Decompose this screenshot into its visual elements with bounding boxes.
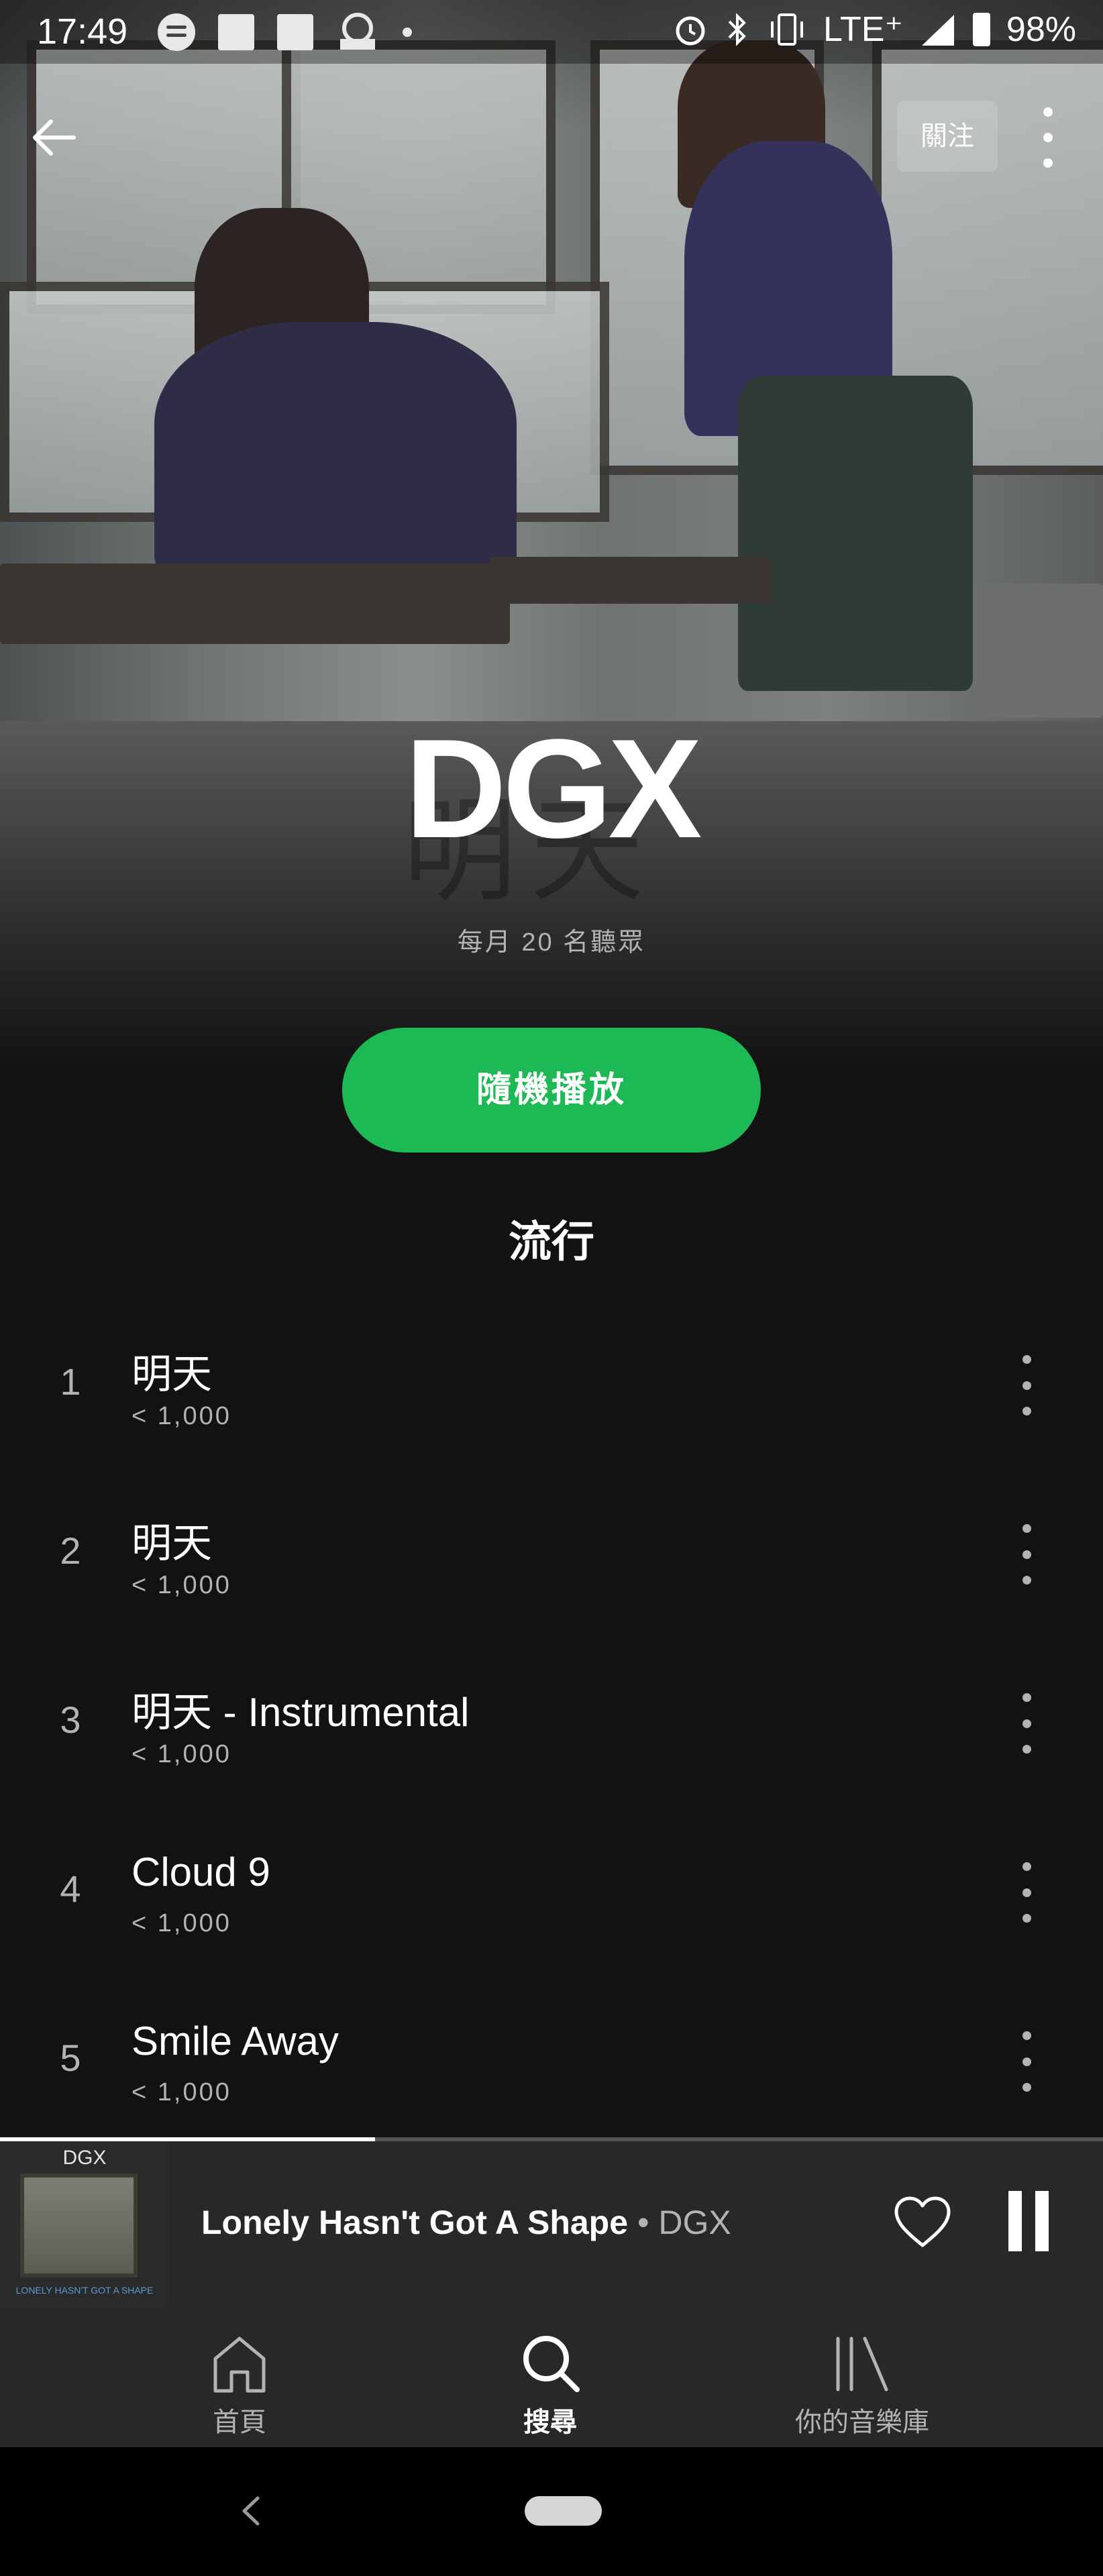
network-type: LTE⁺ [823,10,903,49]
track-number: 2 [60,1529,81,1572]
notification-square-icon [218,14,254,50]
track-play-count: < 1,000 [132,1402,231,1430]
artist-name: DGX [405,710,702,867]
nav-search-label: 搜尋 [523,2408,577,2437]
track-title: Smile Away [132,2019,339,2063]
vibrate-icon [770,13,803,46]
more-vertical-icon[interactable] [1016,1693,1037,1754]
library-icon [836,2337,888,2392]
track-title: Cloud 9 [132,1849,270,1894]
battery-level: 98% [1006,10,1076,49]
now-playing-title: Lonely Hasn't Got A Shape [201,2204,629,2241]
now-app-icon [340,13,375,50]
track-number: 1 [60,1360,81,1403]
status-time: 17:49 [37,11,128,52]
system-home-pill[interactable] [525,2496,602,2526]
popular-section-title: 流行 [509,1218,594,1266]
more-vertical-icon[interactable] [1016,1355,1037,1415]
more-vertical-icon[interactable] [1037,107,1059,168]
more-vertical-icon[interactable] [1016,1524,1037,1585]
album-cover: DGX LONELY HASN'T GOT A SHAPE [0,2141,169,2306]
track-play-count: < 1,000 [132,2078,231,2106]
now-playing-bar[interactable]: DGX LONELY HASN'T GOT A SHAPE Lonely Has… [0,2137,1103,2306]
home-icon [213,2337,266,2393]
separator: • [637,2204,649,2241]
more-vertical-icon[interactable] [1016,2031,1037,2092]
track-title: 明天 [132,1352,212,1397]
arrow-left-icon[interactable] [27,111,81,164]
track-row[interactable]: 5 Smile Away < 1,000 [0,1988,1103,2157]
search-icon [523,2336,580,2392]
alarm-icon [676,16,705,46]
track-title: 明天 [132,1521,212,1566]
nav-library-label: 你的音樂庫 [795,2408,929,2437]
system-navigation-bar [0,2447,1103,2576]
pause-icon[interactable] [1008,2191,1049,2251]
shuffle-play-button[interactable]: 隨機播放 [342,1028,761,1152]
track-number: 4 [60,1868,81,1910]
more-vertical-icon[interactable] [1016,1862,1037,1923]
battery-icon [972,13,990,46]
heart-icon[interactable] [892,2194,953,2249]
follow-button[interactable]: 關注 [897,101,998,172]
signal-icon [921,15,954,46]
bottom-navigation: 首頁 搜尋 你的音樂庫 [0,2306,1103,2447]
spotify-icon [158,13,195,51]
bluetooth-icon [728,13,746,46]
cover-artist-label: DGX [62,2147,107,2169]
system-back-icon[interactable] [235,2494,268,2528]
status-bar: 17:49 LTE⁺ 98% [0,0,1103,64]
track-play-count: < 1,000 [132,1740,231,1768]
track-title: 明天 - Instrumental [132,1690,470,1735]
nav-search[interactable]: 搜尋 [416,2306,684,2447]
track-row[interactable]: 3 明天 - Instrumental < 1,000 [0,1650,1103,1819]
track-play-count: < 1,000 [132,1571,231,1599]
track-number: 5 [60,2037,81,2079]
track-number: 3 [60,1699,81,1741]
monthly-listeners: 每月 20 名聽眾 [457,928,646,957]
dot-icon [403,28,412,37]
track-play-count: < 1,000 [132,1909,231,1937]
nav-home-label: 首頁 [213,2408,266,2437]
nav-library[interactable]: 你的音樂庫 [728,2306,996,2447]
popular-track-list: 1 明天 < 1,000 2 明天 < 1,000 3 明天 - Instrum… [0,1311,1103,2157]
track-row[interactable]: 1 明天 < 1,000 [0,1311,1103,1481]
nav-home[interactable]: 首頁 [105,2306,374,2447]
now-playing-artist: DGX [658,2204,731,2241]
track-row[interactable]: 2 明天 < 1,000 [0,1481,1103,1650]
track-row[interactable]: 4 Cloud 9 < 1,000 [0,1819,1103,1988]
notification-square-icon [277,14,313,50]
